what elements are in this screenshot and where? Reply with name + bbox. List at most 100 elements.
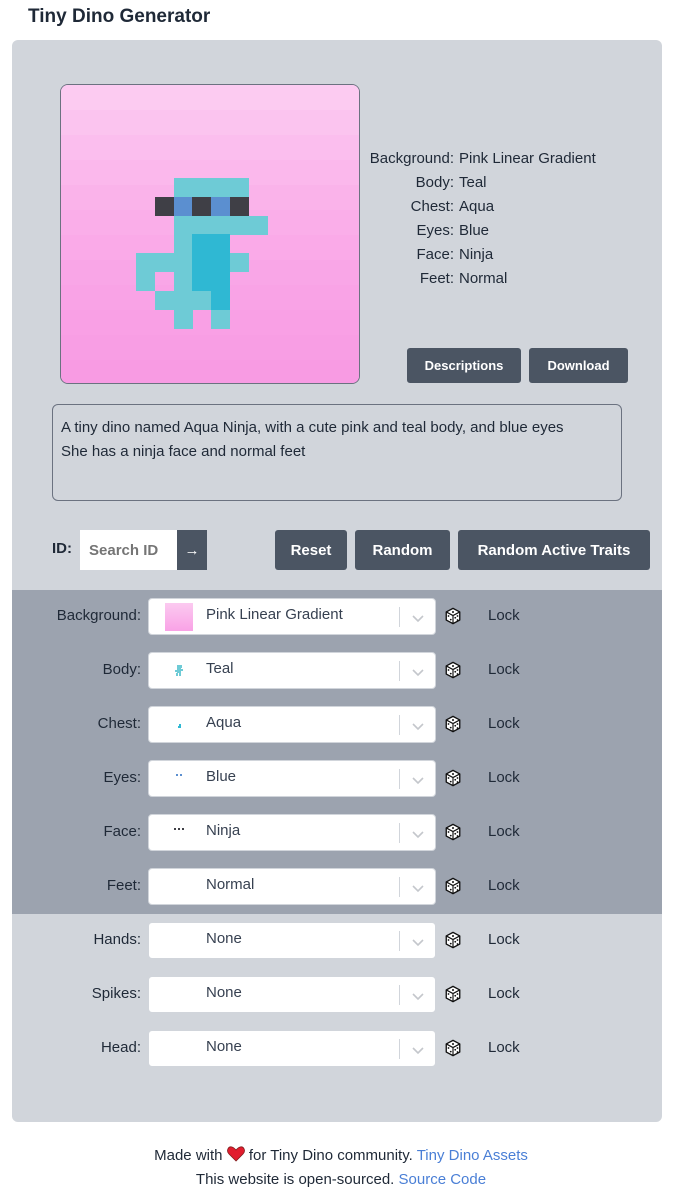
trait-thumbnail: [165, 1035, 193, 1063]
trait-select-face[interactable]: Ninja: [148, 814, 436, 851]
trait-select-value: Aqua: [206, 714, 242, 731]
dino-pixel: [211, 272, 231, 291]
trait-select-head[interactable]: None: [148, 1030, 436, 1067]
select-separator: [399, 877, 400, 897]
select-separator: [399, 661, 400, 681]
trait-label: Eyes:: [103, 769, 141, 786]
dino-pixel: [211, 215, 231, 235]
trait-thumbnail: [165, 981, 193, 1009]
dice-icon[interactable]: [444, 715, 462, 733]
chevron-down-icon[interactable]: [408, 932, 428, 952]
dino-pixel: [173, 290, 193, 310]
trait-row-background: Background: Pink Linear Gradient Lock: [12, 598, 662, 635]
reset-button[interactable]: Reset: [275, 530, 347, 570]
dice-icon[interactable]: [444, 985, 462, 1003]
random-button[interactable]: Random: [355, 530, 450, 570]
summary-body: Body: Teal: [415, 174, 487, 191]
generator-panel: Background: Pink Linear Gradient Body: Tea…: [12, 40, 662, 1122]
trait-select-value: Ninja: [206, 822, 241, 839]
dino-pixel: [173, 234, 193, 254]
source-code-link[interactable]: Source Code: [399, 1171, 487, 1188]
footer-line-2: This website is open-sourced. Source Cod…: [195, 1171, 487, 1188]
chevron-down-icon[interactable]: [408, 716, 428, 736]
trait-select-value: None: [206, 1038, 242, 1055]
random-active-traits-button[interactable]: Random Active Traits: [458, 530, 650, 570]
chevron-down-icon[interactable]: [408, 608, 428, 628]
trait-label: Spikes:: [91, 985, 141, 1002]
dino-pixel: [154, 290, 174, 310]
description-box[interactable]: A tiny dino named Aqua Ninja, with a cut…: [52, 404, 622, 501]
dino-pixel: [173, 178, 193, 197]
dino-pixel: [230, 253, 249, 273]
lock-toggle-background[interactable]: Lock: [488, 607, 520, 624]
lock-toggle-chest[interactable]: Lock: [488, 715, 520, 732]
dice-icon[interactable]: [444, 661, 462, 679]
trait-select-background[interactable]: Pink Linear Gradient: [148, 598, 436, 635]
select-separator: [399, 769, 400, 789]
chevron-down-icon[interactable]: [408, 986, 428, 1006]
trait-thumbnail: [165, 873, 193, 901]
dino-pixel: [173, 215, 193, 235]
trait-row-face: Face: Ninja Lock: [12, 814, 662, 851]
trait-label: Body:: [102, 661, 141, 678]
chevron-down-icon[interactable]: [408, 878, 428, 898]
dice-icon[interactable]: [444, 877, 462, 895]
chevron-down-icon[interactable]: [408, 770, 428, 790]
dino-pixel: [192, 290, 212, 310]
trait-select-chest[interactable]: Aqua: [148, 706, 436, 743]
chevron-down-icon[interactable]: [408, 1040, 428, 1060]
chevron-down-icon[interactable]: [408, 662, 428, 682]
ninja-face-icon: [165, 819, 193, 847]
search-id-input[interactable]: [80, 530, 177, 570]
summary-feet: Feet: Normal: [419, 270, 508, 287]
trait-label: Head:: [100, 1039, 141, 1056]
lock-toggle-head[interactable]: Lock: [488, 1039, 520, 1056]
tiny-dino-assets-link[interactable]: Tiny Dino Assets: [417, 1147, 528, 1164]
trait-select-value: Teal: [206, 660, 234, 677]
select-separator: [399, 1039, 400, 1059]
dice-icon[interactable]: [444, 1039, 462, 1057]
trait-select-hands[interactable]: None: [148, 922, 436, 959]
lock-toggle-hands[interactable]: Lock: [488, 931, 520, 948]
trait-select-body[interactable]: Teal: [148, 652, 436, 689]
blue-eyes-icon: [165, 765, 193, 793]
dino-pixel: [248, 215, 268, 235]
descriptions-button[interactable]: Descriptions: [407, 348, 521, 383]
trait-label: Chest:: [97, 715, 141, 732]
dice-icon[interactable]: [444, 607, 462, 625]
footer: Made with for Tiny Dino community. Tiny …: [0, 1144, 682, 1192]
select-separator: [399, 985, 400, 1005]
trait-select-value: Pink Linear Gradient: [206, 606, 343, 623]
dino-pixel: [173, 253, 193, 273]
lock-toggle-eyes[interactable]: Lock: [488, 769, 520, 786]
lock-toggle-face[interactable]: Lock: [488, 823, 520, 840]
trait-label: Face:: [103, 823, 141, 840]
dino-pixel: [192, 234, 212, 254]
lock-toggle-body[interactable]: Lock: [488, 661, 520, 678]
dino-preview-image: [60, 84, 360, 384]
lock-toggle-spikes[interactable]: Lock: [488, 985, 520, 1002]
dino-pixel: [192, 272, 212, 291]
search-go-button[interactable]: →: [177, 530, 207, 570]
trait-select-eyes[interactable]: Blue: [148, 760, 436, 797]
download-button[interactable]: Download: [529, 348, 628, 383]
trait-select-spikes[interactable]: None: [148, 976, 436, 1013]
dino-pixel: [230, 196, 249, 216]
summary-chest: Chest: Aqua: [410, 198, 495, 215]
chevron-down-icon[interactable]: [408, 824, 428, 844]
heart-icon: [226, 1146, 245, 1162]
dice-icon[interactable]: [444, 823, 462, 841]
dice-icon[interactable]: [444, 769, 462, 787]
trait-select-value: None: [206, 984, 242, 1001]
dino-pixel: [173, 196, 193, 216]
trait-row-head: Head: None Lock: [12, 1030, 662, 1067]
dino-pixel: [211, 309, 231, 329]
dino-pixel: [230, 178, 249, 197]
dice-icon[interactable]: [444, 931, 462, 949]
trait-select-feet[interactable]: Normal: [148, 868, 436, 905]
description-line-2: She has a ninja face and normal feet: [61, 443, 306, 460]
dino-pixel: [211, 290, 231, 310]
trait-select-value: Normal: [206, 876, 255, 893]
lock-toggle-feet[interactable]: Lock: [488, 877, 520, 894]
app-title: Tiny Dino Generator: [28, 6, 211, 27]
